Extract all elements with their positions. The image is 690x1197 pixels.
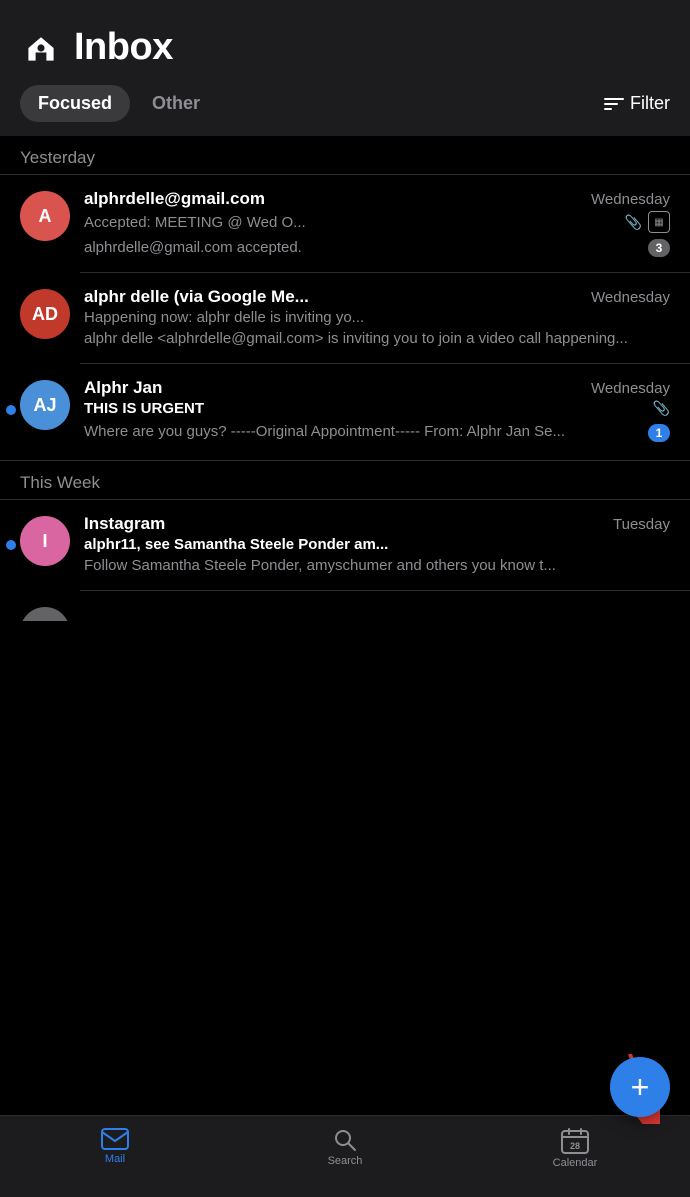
- sender-name: alphrdelle@gmail.com: [84, 189, 583, 209]
- nav-label-search: Search: [328, 1155, 363, 1167]
- avatar: I: [20, 516, 70, 566]
- section-this-week: This Week: [0, 461, 690, 499]
- tab-other[interactable]: Other: [134, 85, 218, 122]
- search-icon: [333, 1128, 357, 1152]
- avatar: [20, 607, 70, 621]
- nav-label-calendar: Calendar: [553, 1157, 598, 1169]
- nav-item-mail[interactable]: Mail: [0, 1124, 230, 1165]
- table-row[interactable]: I Instagram Tuesday alphr11, see Samanth…: [0, 500, 690, 590]
- plus-icon: +: [631, 1071, 650, 1103]
- email-date: Wednesday: [591, 191, 670, 208]
- unread-indicator: [6, 540, 16, 550]
- table-row[interactable]: [0, 591, 690, 621]
- email-subject: Happening now: alphr delle is inviting y…: [84, 309, 670, 326]
- avatar: AJ: [20, 380, 70, 430]
- filter-icon: [604, 98, 624, 110]
- mail-icon: [101, 1128, 129, 1150]
- email-preview: Where are you guys? -----Original Appoin…: [84, 421, 565, 442]
- filter-button[interactable]: Filter: [604, 93, 670, 114]
- tab-focused[interactable]: Focused: [20, 85, 130, 122]
- email-subject: alphr11, see Samantha Steele Ponder am..…: [84, 536, 670, 553]
- attachment-icon: 📎: [625, 214, 642, 231]
- app-icon: [20, 27, 62, 69]
- table-row[interactable]: AJ Alphr Jan Wednesday THIS IS URGENT 📎 …: [0, 364, 690, 456]
- calendar-icon: ▦: [648, 211, 670, 233]
- email-content: Alphr Jan Wednesday THIS IS URGENT 📎 Whe…: [84, 378, 670, 442]
- email-content: alphr delle (via Google Me... Wednesday …: [84, 287, 670, 349]
- email-preview: alphrdelle@gmail.com accepted.: [84, 237, 302, 258]
- header: Inbox Focused Other Filter: [0, 0, 690, 136]
- inbox-tabs: Focused Other: [20, 85, 218, 122]
- email-date: Wednesday: [591, 289, 670, 306]
- nav-item-calendar[interactable]: 28 Calendar: [460, 1124, 690, 1169]
- page-title: Inbox: [74, 26, 173, 69]
- email-subject: Accepted: MEETING @ Wed O...: [84, 214, 619, 231]
- email-content: alphrdelle@gmail.com Wednesday Accepted:…: [84, 189, 670, 258]
- attachment-icon: 📎: [653, 400, 670, 417]
- nav-label-mail: Mail: [105, 1153, 125, 1165]
- avatar: AD: [20, 289, 70, 339]
- calendar-icon: 28: [561, 1128, 589, 1154]
- email-date: Wednesday: [591, 380, 670, 397]
- email-preview: alphr delle <alphrdelle@gmail.com> is in…: [84, 328, 670, 349]
- avatar: A: [20, 191, 70, 241]
- email-preview: Follow Samantha Steele Ponder, amyschume…: [84, 555, 670, 576]
- email-content: Instagram Tuesday alphr11, see Samantha …: [84, 514, 670, 576]
- sender-name: alphr delle (via Google Me...: [84, 287, 583, 307]
- svg-text:28: 28: [570, 1141, 580, 1151]
- bottom-nav: Mail Search 28 Calendar: [0, 1115, 690, 1197]
- email-date: Tuesday: [613, 516, 670, 533]
- filter-label: Filter: [630, 93, 670, 114]
- email-badge: 1: [648, 424, 670, 442]
- section-yesterday: Yesterday: [0, 136, 690, 174]
- compose-button[interactable]: +: [610, 1057, 670, 1117]
- nav-item-search[interactable]: Search: [230, 1124, 460, 1167]
- sender-name: Instagram: [84, 514, 605, 534]
- email-subject: THIS IS URGENT: [84, 400, 647, 417]
- table-row[interactable]: AD alphr delle (via Google Me... Wednesd…: [0, 273, 690, 363]
- email-badge: 3: [648, 239, 670, 257]
- unread-indicator: [6, 405, 16, 415]
- sender-name: Alphr Jan: [84, 378, 583, 398]
- main-content: Yesterday A alphrdelle@gmail.com Wednesd…: [0, 136, 690, 703]
- table-row[interactable]: A alphrdelle@gmail.com Wednesday Accepte…: [0, 175, 690, 272]
